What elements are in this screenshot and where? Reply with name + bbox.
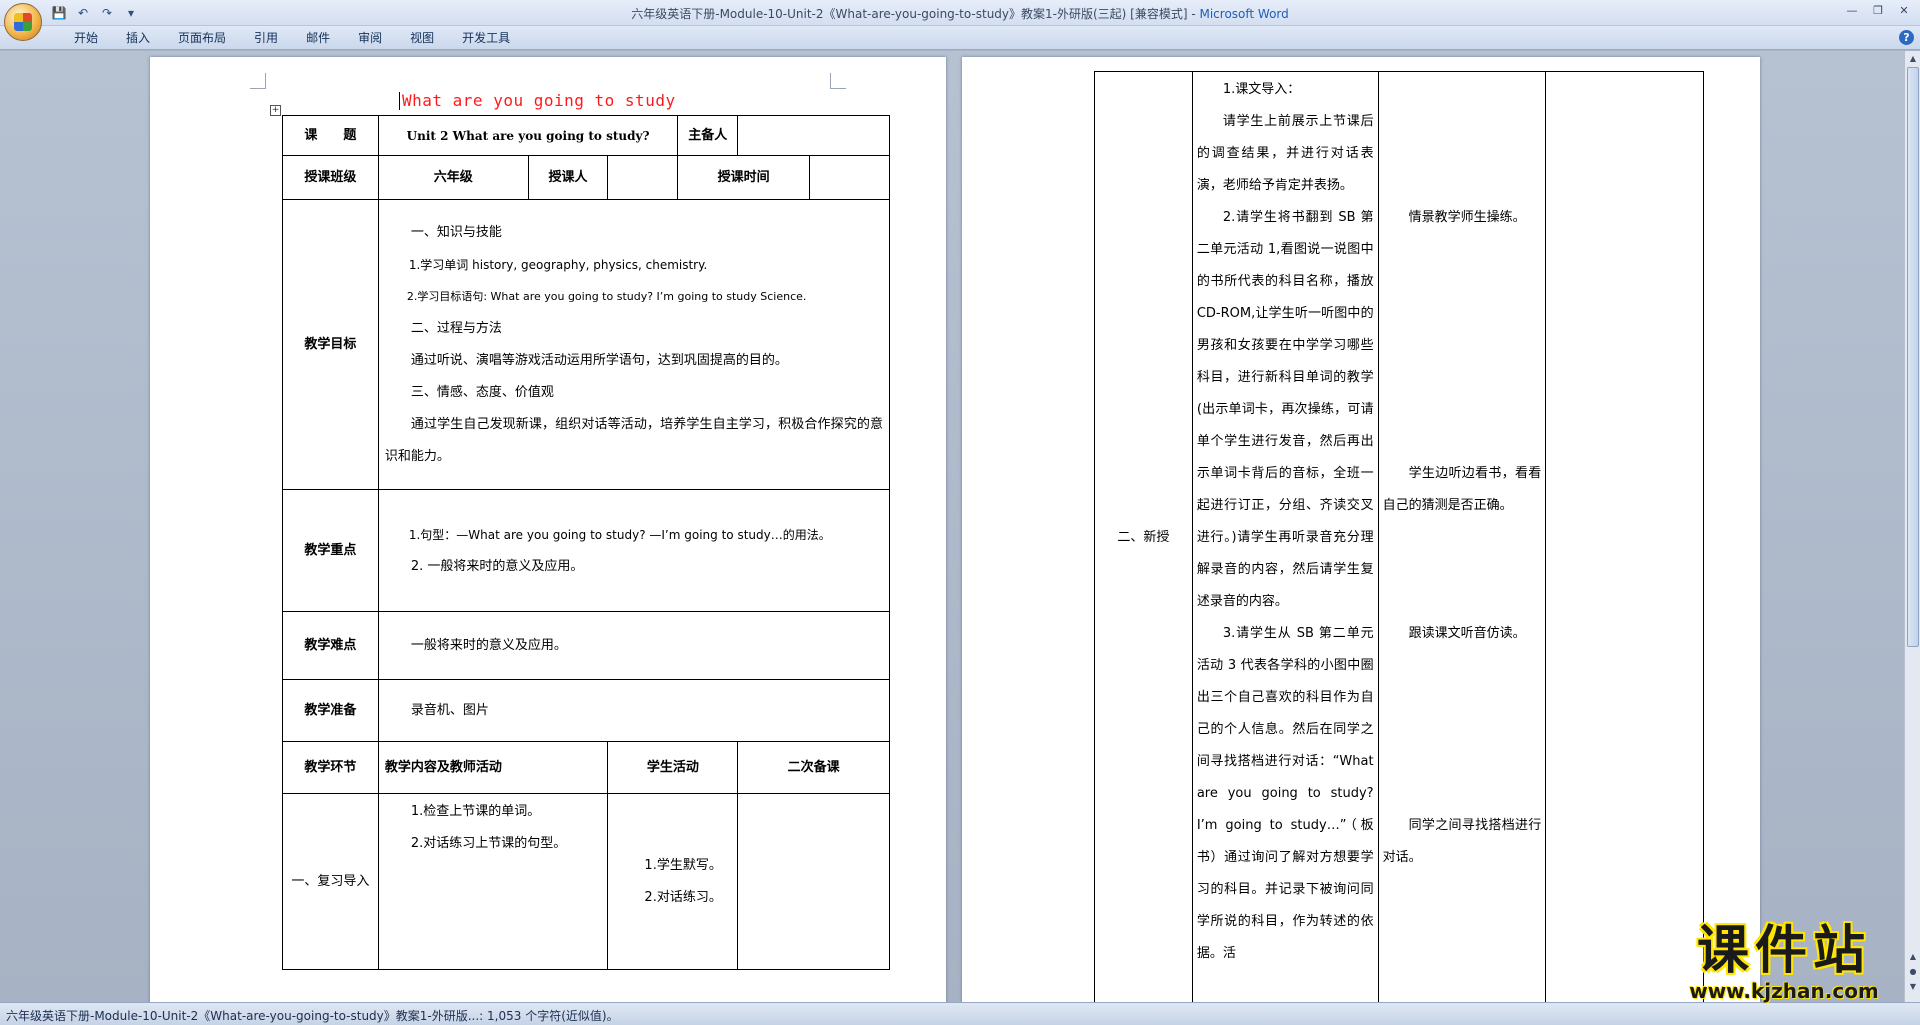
lesson-plan-table-continued: 二、新授 1.课文导入： 请学生上前展示上节课后的调查结果，并进行对话表演，老师… [1094, 71, 1704, 1002]
preparer-label: 主备人 [677, 115, 739, 156]
stage-header: 教学环节 [282, 741, 379, 794]
stage1-student-line: 2.对话练习。 [644, 889, 722, 905]
goals-line: 2.学习目标语句: What are you going to study? I… [406, 289, 807, 303]
stage1-content-line: 1.检查上节课的单词。 [410, 804, 541, 819]
content-header: 教学内容及教师活动 [377, 741, 609, 794]
teacher-value[interactable] [607, 155, 679, 200]
difficulty-label: 教学难点 [282, 611, 379, 680]
goals-line: 通过听说、演唱等游戏活动运用所学语句，达到巩固提高的目的。 [410, 352, 788, 368]
class-label: 授课班级 [282, 155, 379, 200]
help-icon[interactable]: ? [1899, 30, 1914, 45]
topic-value[interactable]: Unit 2 What are you going to study? [377, 115, 679, 156]
tab-review[interactable]: 审阅 [344, 30, 396, 46]
second-prep-header: 二次备课 [737, 741, 890, 794]
stage2-content-para: 3.请学生从 SB 第二单元活动 3 代表各学科的小图中圈出三个自己喜欢的科目作… [1196, 626, 1374, 961]
crop-mark [250, 73, 266, 89]
select-browse-icon[interactable]: ● [1907, 966, 1919, 978]
key-points-cell[interactable]: 1.句型：—What are you going to study? —I’m … [377, 489, 891, 612]
stage2-student-line: 同学之间寻找搭档进行对话。 [1382, 818, 1542, 865]
next-page-icon[interactable]: ▼ [1907, 981, 1919, 993]
prev-page-icon[interactable]: ▲ [1907, 951, 1919, 963]
key-points-label: 教学重点 [282, 489, 379, 612]
page-left: What are you going to study + 课 题 Unit 2… [150, 57, 946, 1002]
goals-cell[interactable]: 一、知识与技能 1.学习单词 history, geography, physi… [377, 199, 891, 490]
prep-label: 教学准备 [282, 679, 379, 742]
tab-view[interactable]: 视图 [396, 30, 448, 46]
stage2-second-cell[interactable] [1545, 71, 1704, 1002]
scrollbar-thumb[interactable] [1907, 67, 1919, 647]
tab-home[interactable]: 开始 [60, 30, 112, 46]
class-value[interactable]: 六年级 [377, 155, 529, 200]
lesson-plan-table: 课 题 Unit 2 What are you going to study? … [282, 115, 891, 970]
scroll-up-icon[interactable]: ▲ [1907, 53, 1919, 65]
key-point-line: 2. 一般将来时的意义及应用。 [410, 558, 584, 574]
time-label: 授课时间 [677, 155, 811, 200]
watermark: 课件站 www.kjzhan.com [1666, 922, 1902, 1002]
difficulty-cell[interactable]: 一般将来时的意义及应用。 [377, 611, 891, 680]
goals-line: 二、过程与方法 [410, 320, 502, 336]
prep-cell[interactable]: 录音机、图片 [377, 679, 891, 742]
status-bar: 六年级英语下册-Module-10-Unit-2《What-are-you-go… [0, 1002, 1920, 1025]
stage2-content-cell[interactable]: 1.课文导入： 请学生上前展示上节课后的调查结果，并进行对话表演，老师给予肯定并… [1191, 71, 1379, 1002]
key-point-line: 1.句型：—What are you going to study? —I’m … [408, 527, 831, 542]
stage2-student-line: 学生边听边看书，看看自己的猜测是否正确。 [1382, 466, 1542, 513]
prep-text: 录音机、图片 [410, 702, 489, 718]
stage1-content-line: 2.对话练习上节课的句型。 [410, 836, 567, 851]
teacher-label: 授课人 [527, 155, 609, 200]
tab-insert[interactable]: 插入 [112, 30, 164, 46]
goals-line: 一、知识与技能 [410, 224, 502, 240]
goals-label: 教学目标 [282, 199, 379, 490]
page-right: 二、新授 1.课文导入： 请学生上前展示上节课后的调查结果，并进行对话表演，老师… [962, 57, 1760, 1002]
minimize-button[interactable]: — [1840, 2, 1864, 20]
restore-button[interactable]: ❐ [1866, 2, 1890, 20]
stage2-content-para: 请学生上前展示上节课后的调查结果，并进行对话表演，老师给予肯定并表扬。 [1196, 114, 1374, 193]
tab-mailings[interactable]: 邮件 [292, 30, 344, 46]
document-heading[interactable]: What are you going to study [399, 91, 676, 110]
stage1-label: 一、复习导入 [282, 793, 379, 970]
vertical-scrollbar[interactable]: ▲ ▲ ● ▼ [1904, 51, 1920, 1002]
watermark-url: www.kjzhan.com [1689, 979, 1879, 1003]
tab-page-layout[interactable]: 页面布局 [164, 30, 240, 46]
stage2-content-para: 2.请学生将书翻到 SB 第二单元活动 1,看图说一说图中的书所代表的科目名称，… [1196, 210, 1374, 609]
stage2-student-line: 跟读课文听音仿读。 [1408, 626, 1526, 641]
crop-mark [830, 73, 846, 89]
watermark-logo: 课件站 [1696, 921, 1871, 981]
office-logo-icon [14, 13, 32, 31]
time-value[interactable] [809, 155, 890, 200]
difficulty-text: 一般将来时的意义及应用。 [410, 637, 567, 653]
window-title: 六年级英语下册-Module-10-Unit-2《What-are-you-go… [631, 7, 1289, 21]
stage1-second-cell[interactable] [737, 793, 890, 970]
table-move-handle-icon[interactable]: + [270, 105, 281, 116]
stage1-student-line: 1.学生默写。 [644, 857, 722, 873]
preparer-value[interactable] [737, 115, 890, 156]
topic-label: 课 题 [282, 115, 379, 156]
stage2-content-para: 1.课文导入： [1222, 82, 1301, 97]
document-area: What are you going to study + 课 题 Unit 2… [0, 51, 1904, 1002]
tab-developer[interactable]: 开发工具 [448, 30, 524, 46]
stage2-label: 二、新授 [1094, 71, 1193, 1002]
ribbon: 开始 插入 页面布局 引用 邮件 审阅 视图 开发工具 ? [0, 26, 1920, 50]
stage1-content-cell[interactable]: 1.检查上节课的单词。 2.对话练习上节课的句型。 [377, 793, 609, 970]
tab-references[interactable]: 引用 [240, 30, 292, 46]
office-button[interactable] [4, 3, 42, 41]
stage1-student-cell[interactable]: 1.学生默写。 2.对话练习。 [607, 793, 739, 970]
close-button[interactable]: ✕ [1892, 2, 1916, 20]
title-bar: 💾 ↶ ↷ ▾ 六年级英语下册-Module-10-Unit-2《What-ar… [0, 0, 1920, 26]
status-text: 六年级英语下册-Module-10-Unit-2《What-are-you-go… [6, 1009, 619, 1023]
stage2-student-line: 情景教学师生操练。 [1408, 210, 1526, 225]
goals-line: 1.学习单词 history, geography, physics, chem… [408, 257, 708, 272]
student-header: 学生活动 [607, 741, 739, 794]
goals-line: 三、情感、态度、价值观 [410, 384, 554, 400]
goals-line: 通过学生自己发现新课，组织对话等活动，培养学生自主学习，积极合作探究的意识和能力… [384, 416, 883, 464]
stage2-student-cell[interactable]: 情景教学师生操练。 学生边听边看书，看看自己的猜测是否正确。 跟读课文听音仿读。… [1377, 71, 1547, 1002]
